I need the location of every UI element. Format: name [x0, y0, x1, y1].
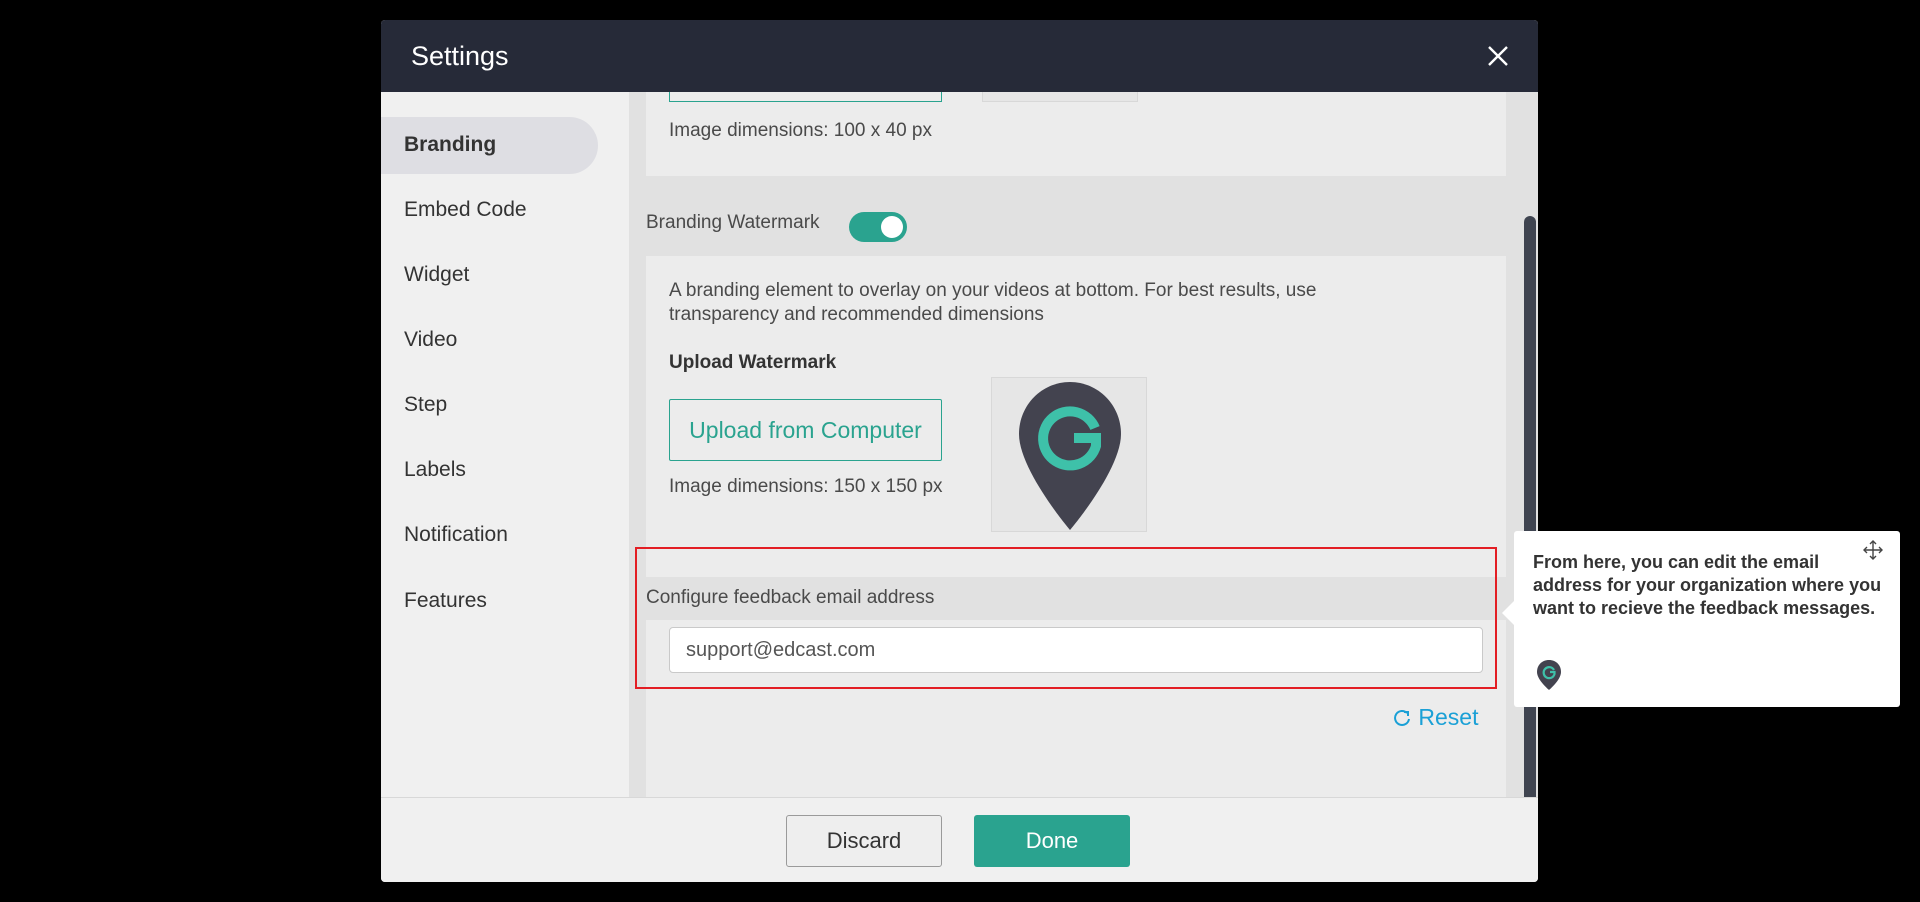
sidebar-item-features[interactable]: Features	[381, 573, 598, 629]
settings-sidebar: Branding Embed Code Widget Video Step La…	[381, 92, 629, 798]
settings-modal: Settings Branding Embed Code Widget Vide…	[381, 20, 1538, 882]
watermark-description: A branding element to overlay on your vi…	[669, 280, 1317, 325]
guide-logo-icon	[1536, 659, 1562, 691]
modal-footer: Discard Done	[381, 797, 1538, 882]
reset-label: Reset	[1418, 704, 1479, 730]
close-button[interactable]	[1480, 38, 1516, 74]
tooltip-arrow	[1502, 601, 1514, 625]
tooltip-text: From here, you can edit the email addres…	[1533, 552, 1882, 618]
reset-button[interactable]: Reset	[1392, 704, 1478, 731]
logo-panel: Image dimensions: 100 x 40 px	[646, 92, 1506, 176]
sidebar-item-notification[interactable]: Notification	[381, 507, 598, 563]
upload-from-computer-button[interactable]: Upload from Computer	[669, 399, 942, 461]
move-icon[interactable]	[1862, 539, 1884, 561]
scrollbar-thumb[interactable]	[1524, 216, 1536, 811]
map-pin-logo-icon	[1019, 382, 1121, 530]
modal-header: Settings	[381, 20, 1538, 92]
watermark-label: Branding Watermark	[646, 212, 820, 233]
watermark-panel: A branding element to overlay on your vi…	[646, 256, 1506, 798]
guide-highlight-box	[635, 547, 1497, 689]
settings-content: Image dimensions: 100 x 40 px Branding W…	[629, 92, 1538, 798]
watermark-dimensions-text: Image dimensions: 150 x 150 px	[669, 476, 943, 497]
logo-dimensions-text: Image dimensions: 100 x 40 px	[669, 120, 932, 141]
guide-tooltip: From here, you can edit the email addres…	[1502, 531, 1900, 707]
sidebar-item-branding[interactable]: Branding	[381, 117, 598, 174]
modal-title: Settings	[411, 41, 509, 71]
sidebar-item-step[interactable]: Step	[381, 377, 598, 433]
logo-upload-button[interactable]	[669, 92, 942, 102]
discard-button[interactable]: Discard	[786, 815, 942, 867]
refresh-icon	[1394, 710, 1410, 726]
logo-thumbnail	[982, 92, 1138, 102]
sidebar-item-embed-code[interactable]: Embed Code	[381, 182, 598, 238]
toggle-knob	[881, 216, 903, 238]
sidebar-item-video[interactable]: Video	[381, 312, 598, 368]
close-icon	[1488, 46, 1508, 66]
watermark-toggle[interactable]	[849, 212, 907, 242]
watermark-thumbnail	[991, 377, 1147, 532]
sidebar-item-labels[interactable]: Labels	[381, 442, 598, 498]
sidebar-item-widget[interactable]: Widget	[381, 247, 598, 303]
upload-watermark-title: Upload Watermark	[669, 352, 837, 373]
done-button[interactable]: Done	[974, 815, 1130, 867]
